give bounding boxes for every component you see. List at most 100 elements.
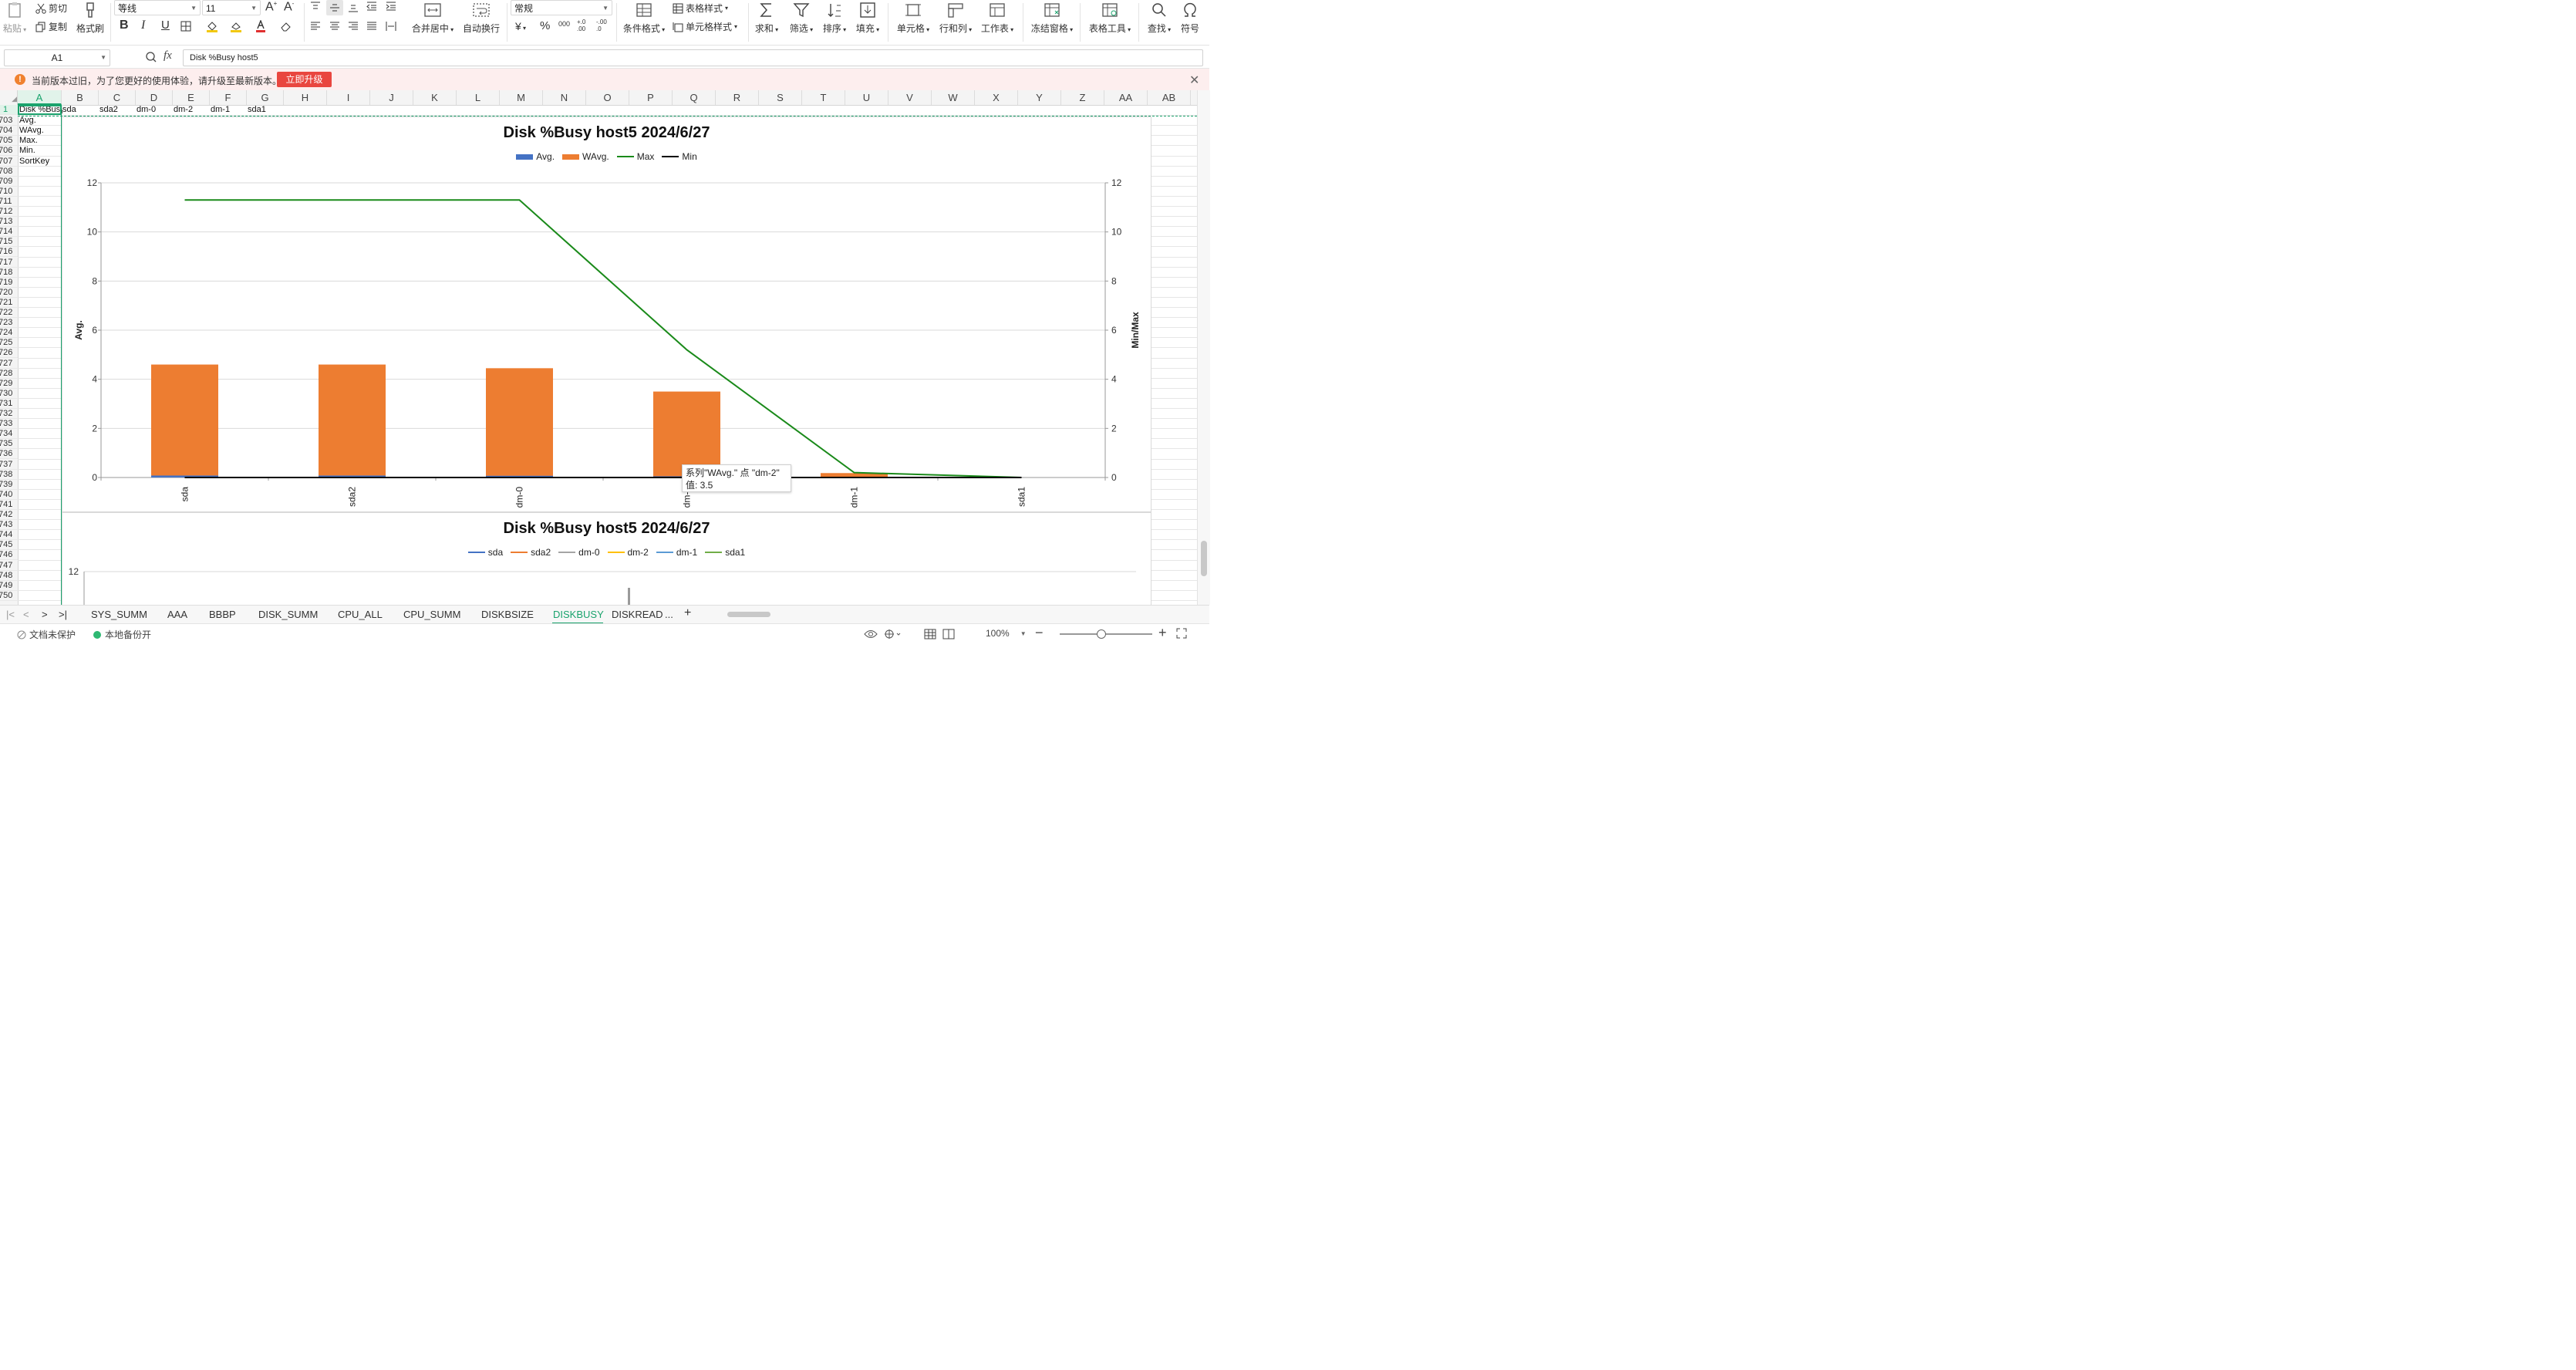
font-size-select[interactable]: 11 ▼ (202, 0, 261, 15)
zoom-in-button[interactable]: + (1158, 625, 1167, 641)
cell-button[interactable]: 单元格 ▾ (895, 2, 932, 35)
column-header-g[interactable]: G (247, 90, 284, 105)
cell-a703[interactable]: Avg. (19, 116, 61, 126)
fill-button[interactable]: 填充 ▾ (853, 2, 882, 35)
column-header-c[interactable]: C (99, 90, 136, 105)
scroll-thumb[interactable] (727, 612, 770, 617)
cell-row1-3[interactable]: dm-0 (137, 105, 172, 115)
vertical-scrollbar[interactable] (1197, 90, 1210, 605)
distributed-icon[interactable] (386, 21, 396, 32)
column-header-x[interactable]: X (975, 90, 1018, 105)
symbol-button[interactable]: 符号 (1178, 2, 1202, 35)
font-grow-icon[interactable]: A+ (265, 0, 277, 14)
percent-button[interactable]: % (540, 19, 550, 32)
row-col-button[interactable]: 行和列 ▾ (936, 2, 975, 35)
zoom-slider[interactable] (1060, 629, 1152, 639)
column-header-r[interactable]: R (716, 90, 759, 105)
horizontal-scrollbar[interactable] (718, 610, 1181, 618)
row-header-749[interactable]: 749 (0, 581, 18, 591)
column-header-h[interactable]: H (284, 90, 327, 105)
sheet-tab-cpu-all[interactable]: CPU_ALL (338, 609, 383, 620)
column-header-a[interactable]: A (18, 90, 62, 105)
row-header-731[interactable]: 731 (0, 399, 18, 409)
row-header-741[interactable]: 741 (0, 500, 18, 510)
column-header-k[interactable]: K (413, 90, 457, 105)
row-header-711[interactable]: 711 (0, 197, 18, 207)
worksheet-button[interactable]: 工作表 ▾ (978, 2, 1017, 35)
align-left-icon[interactable] (310, 22, 321, 31)
row-header-1[interactable]: 1 (0, 105, 18, 115)
cell-a705[interactable]: Max. (19, 136, 61, 146)
row-header-738[interactable]: 738 (0, 470, 18, 480)
first-sheet-icon[interactable]: |< (6, 609, 15, 620)
column-header-aa[interactable]: AA (1104, 90, 1148, 105)
add-sheet-button[interactable]: + (684, 606, 691, 620)
row-header-710[interactable]: 710 (0, 187, 18, 197)
row-header-737[interactable]: 737 (0, 460, 18, 470)
name-box[interactable]: A1 ▼ (4, 49, 110, 66)
row-header-745[interactable]: 745 (0, 540, 18, 551)
zoom-out-button[interactable]: − (1035, 625, 1044, 641)
sheet-tab-aaa[interactable]: AAA (167, 609, 187, 620)
close-icon[interactable]: ✕ (1189, 73, 1199, 88)
justify-icon[interactable] (366, 22, 377, 31)
eraser-icon[interactable] (280, 20, 292, 32)
italic-button[interactable]: I (141, 19, 145, 32)
bar-wavg-sda2[interactable] (319, 364, 386, 477)
row-header-704[interactable]: 704 (0, 126, 18, 137)
last-sheet-icon[interactable]: >| (59, 609, 67, 620)
row-header-721[interactable]: 721 (0, 298, 18, 308)
table-tools-button[interactable]: 表格工具 ▾ (1086, 2, 1134, 35)
row-header-730[interactable]: 730 (0, 389, 18, 399)
column-header-i[interactable]: I (327, 90, 370, 105)
highlight-icon[interactable] (230, 20, 242, 32)
row-header-727[interactable]: 727 (0, 359, 18, 369)
row-header-707[interactable]: 707 (0, 157, 18, 167)
column-header-z[interactable]: Z (1061, 90, 1104, 105)
protect-status[interactable]: 文档未保护 (17, 628, 76, 641)
font-shrink-icon[interactable]: A- (284, 0, 294, 14)
column-header-l[interactable]: L (457, 90, 500, 105)
cell-row1-5[interactable]: dm-1 (211, 105, 246, 115)
row-header-750[interactable]: 750 (0, 591, 18, 601)
conditional-format-button[interactable]: 条件格式 ▾ (622, 2, 666, 35)
row-header-735[interactable]: 735 (0, 439, 18, 450)
copy-button[interactable]: 复制 (35, 20, 67, 33)
eye-icon[interactable] (864, 629, 878, 639)
row-header-714[interactable]: 714 (0, 227, 18, 238)
sheet-tab-disk-summ[interactable]: DISK_SUMM (258, 609, 318, 620)
filter-button[interactable]: 筛选 ▾ (787, 2, 816, 35)
zoom-search-icon[interactable] (145, 51, 157, 63)
row-header-708[interactable]: 708 (0, 167, 18, 177)
row-header-725[interactable]: 725 (0, 338, 18, 349)
row-header-747[interactable]: 747 (0, 561, 18, 571)
row-header-718[interactable]: 718 (0, 268, 18, 278)
row-header-720[interactable]: 720 (0, 288, 18, 298)
column-header-t[interactable]: T (802, 90, 845, 105)
row-header-719[interactable]: 719 (0, 278, 18, 288)
function-fx-button[interactable]: fx (164, 49, 172, 62)
column-header-n[interactable]: N (543, 90, 586, 105)
row-header-705[interactable]: 705 (0, 136, 18, 147)
align-right-icon[interactable] (348, 22, 359, 31)
sheet-tab-diskbusy[interactable]: DISKBUSY (553, 609, 604, 620)
cell-a706[interactable]: Min. (19, 146, 61, 156)
row-header-729[interactable]: 729 (0, 379, 18, 389)
row-header-713[interactable]: 713 (0, 217, 18, 228)
bold-button[interactable]: B (120, 19, 129, 32)
number-format-select[interactable]: 常规 ▼ (511, 0, 612, 15)
sheet-tab-cpu-summ[interactable]: CPU_SUMM (403, 609, 460, 620)
currency-button[interactable]: ¥ ▾ (515, 20, 526, 32)
decimal-increase-button[interactable]: +.0 .00 (577, 19, 591, 32)
bar-wavg-dm-0[interactable] (486, 368, 553, 477)
row-header-712[interactable]: 712 (0, 207, 18, 217)
line-max[interactable] (184, 199, 1022, 478)
chart-disk-busy-bars[interactable]: Disk %Busy host5 2024/6/27 Avg. WAvg. Max M… (62, 116, 1151, 512)
bar-wavg-sda[interactable] (151, 364, 218, 477)
row-header-723[interactable]: 723 (0, 318, 18, 329)
align-center-icon[interactable] (329, 22, 340, 31)
fill-color-icon[interactable] (206, 20, 218, 32)
indent-decrease-icon[interactable] (366, 2, 377, 11)
column-header-j[interactable]: J (370, 90, 413, 105)
column-header-s[interactable]: S (759, 90, 802, 105)
